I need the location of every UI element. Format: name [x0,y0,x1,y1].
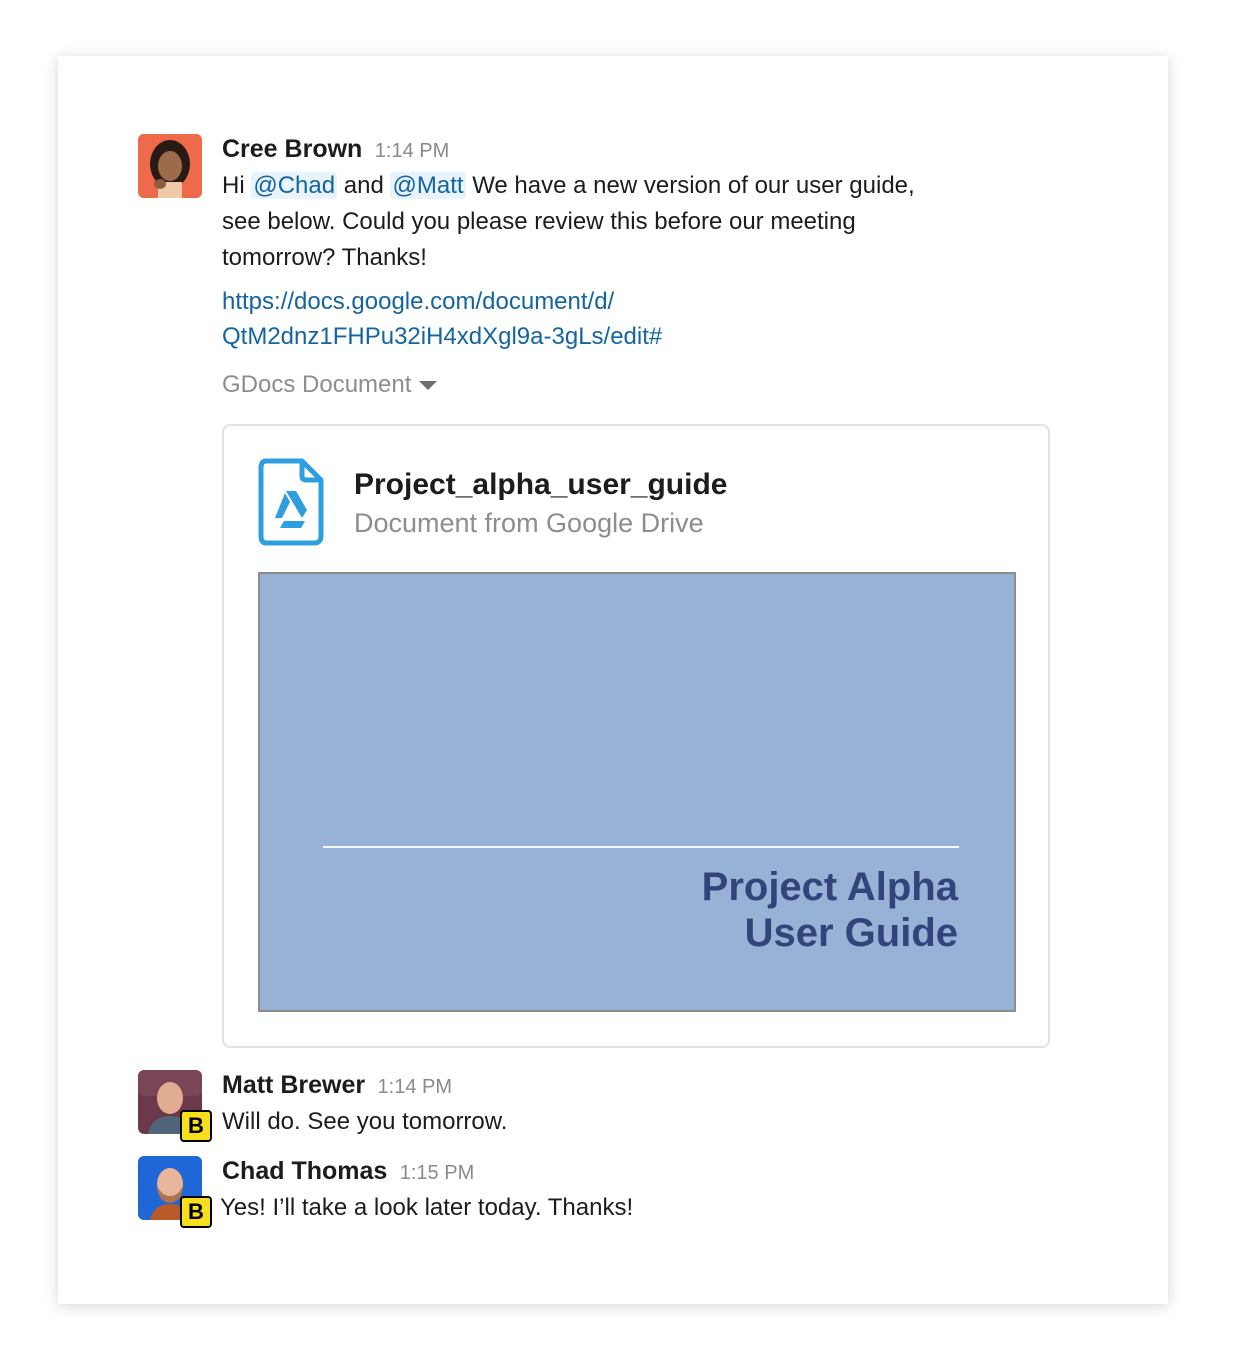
timestamp[interactable]: 1:14 PM [378,1076,452,1098]
bot-badge: B [180,1110,212,1142]
message-header: Chad Thomas 1:15 PM [222,1156,982,1186]
author-name[interactable]: Matt Brewer [222,1071,365,1099]
message-header: Cree Brown 1:14 PM [222,134,982,164]
timestamp[interactable]: 1:14 PM [375,140,449,162]
message-text: Will do. See you tomorrow. [222,1108,508,1135]
message-text: Hi @Chad and @Matt We have a new version… [222,168,952,276]
message-body: Matt Brewer 1:14 PM Will do. See you tom… [222,1070,982,1140]
text-segment: and [337,172,391,199]
preview-title-line-2: User Guide [744,911,958,955]
text-segment: Hi [222,172,252,199]
mention-matt[interactable]: @Matt [390,172,466,199]
timestamp[interactable]: 1:15 PM [400,1162,474,1184]
attachment-title[interactable]: Project_alpha_user_guide [354,468,727,502]
attachment-subtitle: Document from Google Drive [354,508,704,538]
author-name[interactable]: Chad Thomas [222,1157,387,1185]
google-drive-file-icon [258,458,324,546]
unfurl-toggle[interactable]: GDocs Document [222,368,982,402]
document-preview[interactable]: Project Alpha User Guide [258,572,1016,1012]
chat-panel: Cree Brown 1:14 PM Hi @Chad and @Matt We… [58,56,1168,1304]
preview-title-line-1: Project Alpha [701,865,958,909]
message-body: Chad Thomas 1:15 PM Yes! I’ll take a loo… [220,1156,982,1226]
attachment-card[interactable]: Project_alpha_user_guide Document from G… [222,424,1050,1048]
bot-badge: B [180,1196,212,1228]
avatar-cree-brown[interactable] [138,134,202,198]
message-text: Yes! I’ll take a look later today. Thank… [220,1194,634,1221]
doc-link[interactable]: https://docs.google.com/document/d/ QtM2… [222,284,982,354]
preview-divider [323,846,959,848]
chevron-down-icon[interactable] [419,381,438,391]
avatar-chad-thomas[interactable]: B [138,1156,212,1228]
preview-title: Project Alpha User Guide [702,864,958,956]
unfurl-label: GDocs Document [222,371,412,398]
doc-link-line-1[interactable]: https://docs.google.com/document/d/ [222,284,982,319]
avatar-image [138,134,202,198]
message-header: Matt Brewer 1:14 PM [222,1070,982,1100]
doc-link-line-2[interactable]: QtM2dnz1FHPu32iH4xdXgl9a-3gLs/edit# [222,319,982,354]
mention-chad[interactable]: @Chad [251,172,338,199]
message-body: Cree Brown 1:14 PM Hi @Chad and @Matt We… [222,134,982,402]
author-name[interactable]: Cree Brown [222,135,362,163]
avatar-matt-brewer[interactable]: B [138,1070,212,1142]
